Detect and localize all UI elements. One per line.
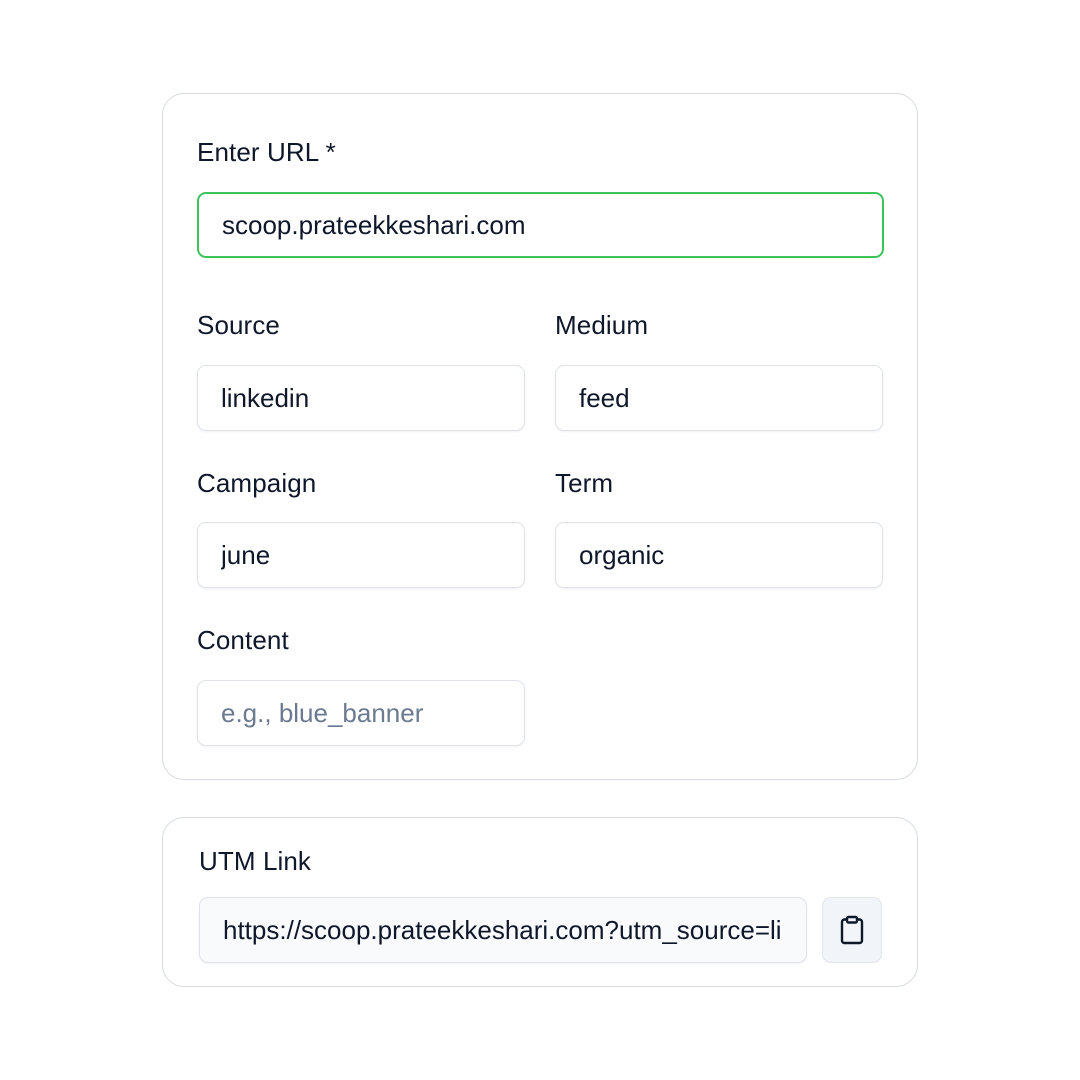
campaign-label: Campaign <box>197 468 317 498</box>
source-input[interactable] <box>197 365 525 431</box>
term-label: Term <box>555 468 614 498</box>
copy-button[interactable] <box>822 897 882 963</box>
utm-link-label: UTM Link <box>199 846 312 876</box>
url-input[interactable] <box>197 192 884 258</box>
source-label: Source <box>197 310 280 340</box>
content-label: Content <box>197 625 289 655</box>
url-label: Enter URL * <box>197 137 336 167</box>
campaign-input[interactable] <box>197 522 525 588</box>
term-input[interactable] <box>555 522 883 588</box>
utm-link-output[interactable] <box>199 897 807 963</box>
clipboard-icon <box>838 915 866 945</box>
utm-builder-form-card: Enter URL * Source Medium Campaign Term … <box>162 93 918 780</box>
content-input[interactable] <box>197 680 525 746</box>
medium-label: Medium <box>555 310 649 340</box>
medium-input[interactable] <box>555 365 883 431</box>
utm-link-card: UTM Link <box>162 817 918 987</box>
